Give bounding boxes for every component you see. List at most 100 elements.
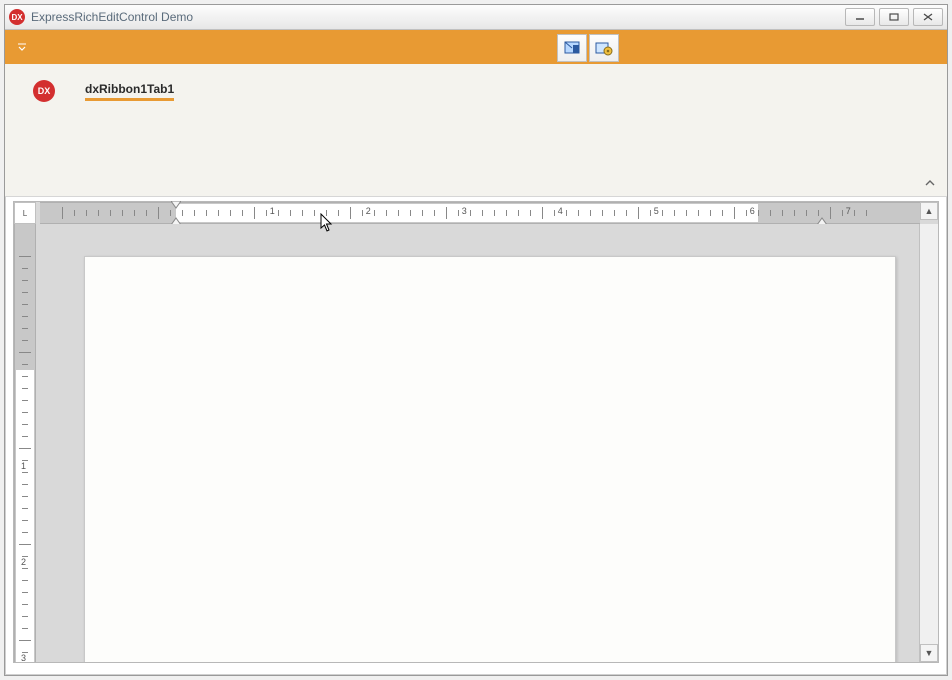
ruler-tick (22, 304, 28, 305)
ruler-tick (62, 207, 63, 219)
ruler-tick (350, 207, 351, 219)
ruler-tick (22, 508, 28, 509)
app-icon: DX (9, 9, 25, 25)
ruler-tick (86, 210, 87, 216)
ruler-tick (22, 604, 28, 605)
ruler-tick (422, 210, 423, 216)
ruler-tick (19, 640, 31, 641)
first-line-indent-marker[interactable] (171, 201, 181, 209)
ruler-tick (22, 628, 28, 629)
horizontal-ruler-row: L 1234567 ▲ (14, 202, 938, 224)
ruler-tick (854, 210, 855, 216)
ruler-tick (662, 210, 663, 216)
maximize-icon (889, 13, 899, 21)
ruler-tick (22, 568, 28, 569)
vertical-ruler[interactable]: 123 (14, 224, 36, 662)
ruler-tick (458, 210, 459, 216)
qat-customize-dropdown[interactable] (15, 40, 29, 54)
ruler-tick (566, 210, 567, 216)
ribbon-collapse-button[interactable] (923, 176, 937, 190)
ruler-tick (674, 210, 675, 216)
ruler-tick (19, 544, 31, 545)
ruler-tick (170, 210, 171, 216)
ruler-tick (22, 412, 28, 413)
ruler-tick (686, 210, 687, 216)
skin-icon[interactable] (557, 34, 587, 62)
ruler-number: 1 (21, 461, 26, 471)
ruler-tick (290, 210, 291, 216)
tab-stop-selector[interactable]: L (14, 202, 36, 224)
ruler-tick (386, 210, 387, 216)
ruler-tick (866, 210, 867, 216)
ruler-tick (19, 448, 31, 449)
ribbon-tab-1[interactable]: dxRibbon1Tab1 (85, 82, 174, 101)
maximize-button[interactable] (879, 8, 909, 26)
ruler-tick (158, 207, 159, 219)
minimize-icon (855, 13, 865, 21)
ruler-number: 6 (750, 206, 755, 216)
ruler-tick (22, 376, 28, 377)
ruler-tick (110, 210, 111, 216)
ruler-tick (710, 210, 711, 216)
ruler-tick (398, 210, 399, 216)
close-icon (923, 13, 933, 21)
ruler-tick (22, 316, 28, 317)
ruler-tick (98, 210, 99, 216)
ruler-tick (794, 210, 795, 216)
ruler-tick (314, 210, 315, 216)
ruler-tick (182, 210, 183, 216)
ruler-tick (19, 256, 31, 257)
ruler-tick (326, 210, 327, 216)
ruler-number: 5 (654, 206, 659, 216)
app-window: DX ExpressRichEditControl Demo dxSkinCon… (4, 4, 948, 676)
ruler-tick (506, 210, 507, 216)
vscroll-down-button[interactable]: ▼ (920, 644, 938, 662)
vscroll-track[interactable] (920, 224, 938, 644)
ruler-tick (266, 210, 267, 216)
ruler-tick (22, 388, 28, 389)
document-page[interactable] (84, 256, 896, 662)
ruler-tick (242, 210, 243, 216)
ruler-number: 2 (21, 557, 26, 567)
ruler-tick (830, 207, 831, 219)
ruler-tick (22, 280, 28, 281)
ruler-tick (22, 364, 28, 365)
ruler-tick (638, 207, 639, 219)
ruler-tick (530, 210, 531, 216)
ruler-tick (22, 292, 28, 293)
document-viewport[interactable] (36, 224, 919, 662)
ruler-tick (818, 210, 819, 216)
ruler-tick (746, 210, 747, 216)
ruler-tick (134, 210, 135, 216)
ruler-tick (22, 400, 28, 401)
window-title: ExpressRichEditControl Demo (31, 10, 845, 24)
application-button[interactable]: DX (33, 80, 55, 102)
ruler-tick (578, 210, 579, 216)
ruler-tick (446, 207, 447, 219)
ruler-tick (194, 210, 195, 216)
ruler-number: 1 (270, 206, 275, 216)
ruler-tick (470, 210, 471, 216)
ruler-tick (602, 210, 603, 216)
close-button[interactable] (913, 8, 943, 26)
ruler-tick (22, 496, 28, 497)
vertical-scrollbar[interactable]: ▼ (919, 224, 938, 662)
vscroll-up-button[interactable]: ▲ (920, 202, 938, 220)
ruler-tick (554, 210, 555, 216)
minimize-button[interactable] (845, 8, 875, 26)
ruler-number: 4 (558, 206, 563, 216)
ruler-tick (494, 210, 495, 216)
skin-picker-icon (563, 39, 581, 57)
ruler-tick (434, 210, 435, 216)
quick-access-toolbar: dxSkinController1ager1 (5, 30, 947, 64)
ruler-tick (230, 210, 231, 216)
ruler-tick (362, 210, 363, 216)
ruler-tick (482, 210, 483, 216)
horizontal-ruler[interactable]: 1234567 (40, 202, 920, 224)
ruler-tick (22, 436, 28, 437)
ruler-tick (206, 210, 207, 216)
titlebar: DX ExpressRichEditControl Demo (5, 5, 947, 30)
qat-center-group (557, 34, 619, 62)
gear-icon[interactable] (589, 34, 619, 62)
ruler-tick (22, 328, 28, 329)
